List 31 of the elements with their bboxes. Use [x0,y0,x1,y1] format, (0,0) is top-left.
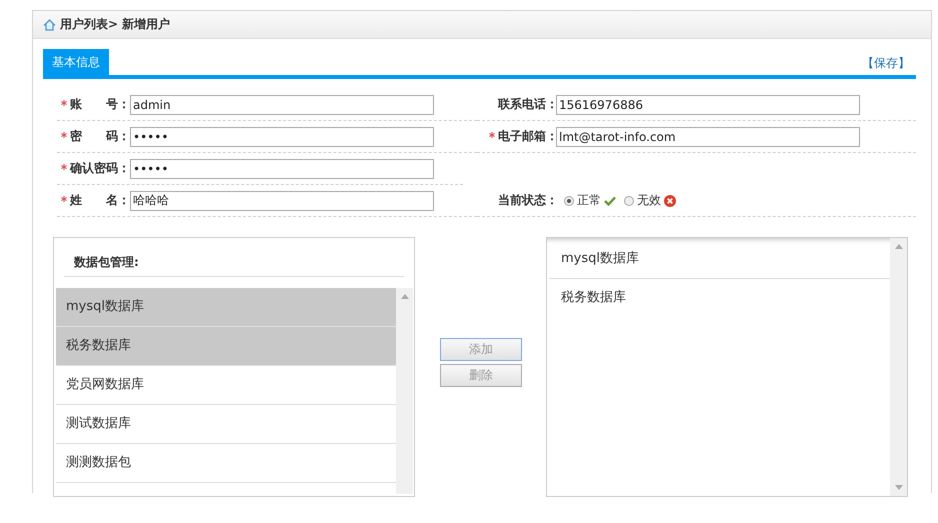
save-link[interactable]: 【保存】 [862,55,910,72]
input-field[interactable]: admin [130,94,434,114]
field-label: 当前状态： [498,192,556,209]
input-field[interactable]: ••••• [130,126,434,146]
input-field[interactable]: 哈哈哈 [130,190,434,210]
scroll-up-icon[interactable] [400,294,408,299]
radio-label: 无效 [637,192,661,209]
error-icon [664,194,676,206]
list-title: 数据包管理: [64,238,404,277]
scrollbar[interactable] [396,288,413,494]
field-label: 联系电话： [498,96,556,113]
scroll-up-icon[interactable] [894,244,902,249]
input-field[interactable]: 15616976886 [556,94,860,114]
scroll-down-icon[interactable] [894,485,902,490]
field-label: 确认密码： [70,160,130,177]
radio-button[interactable] [624,196,634,206]
list-item[interactable]: 税务数据库 [56,327,396,366]
field-label: 姓 名： [70,192,130,209]
list-item[interactable]: mysql数据库 [56,288,396,327]
radio-button[interactable] [564,196,574,206]
field-label: 账 号： [70,96,130,113]
home-icon [43,18,56,30]
input-field[interactable]: ••••• [130,158,434,178]
field-label: 电子邮箱： [498,128,556,145]
radio-label: 正常 [577,192,601,209]
input-field[interactable]: lmt@tarot-info.com [556,126,860,146]
list-item[interactable]: 税务数据库 [549,279,890,317]
scrollbar[interactable] [890,238,907,496]
check-icon [604,196,616,206]
field-label: 密 码： [70,128,130,145]
breadcrumb: 用户列表> 新增用户 [60,16,170,33]
